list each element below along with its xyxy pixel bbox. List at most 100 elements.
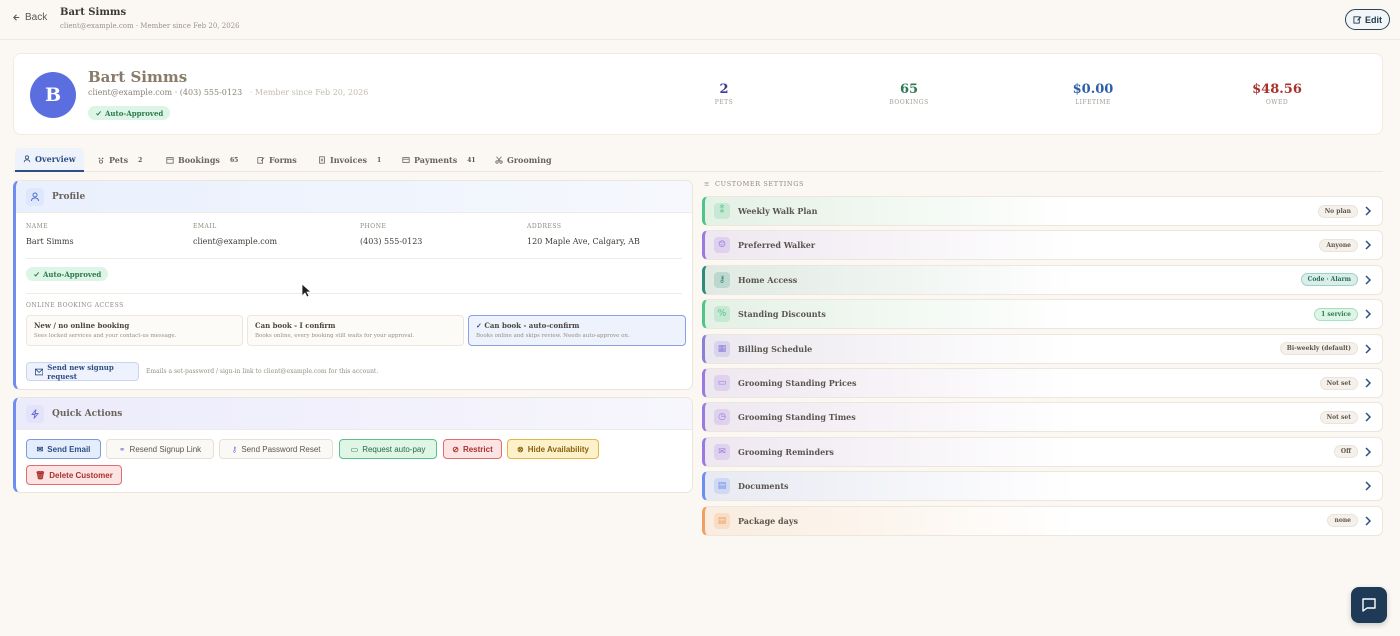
setting-row-billing-schedule[interactable]: ▦ Billing Schedule Bi-weekly (default)	[702, 333, 1383, 364]
setting-value-badge: none	[1327, 514, 1358, 528]
chevron-right-icon	[1365, 309, 1372, 319]
chevron-right-icon	[1365, 481, 1372, 491]
key-icon: ⚷	[714, 271, 730, 288]
booking-access-title: ONLINE BOOKING ACCESS	[26, 302, 124, 309]
setting-row-grooming-standing-times[interactable]: ◷ Grooming Standing Times Not set	[702, 402, 1383, 433]
stat-bookings: 65 BOOKINGS	[849, 82, 969, 106]
access-option-confirm[interactable]: Can book - I confirm Books online, every…	[247, 315, 464, 346]
option-title-row: ✓ Can book - auto-confirm	[476, 321, 678, 330]
request-autopay-button[interactable]: ▭ Request auto-pay	[339, 439, 437, 459]
chevron-right-icon	[1365, 412, 1372, 422]
tab-bookings[interactable]: Bookings 65	[158, 148, 246, 172]
resend-signup-link-button[interactable]: ⚭ Resend Signup Link	[106, 439, 214, 459]
stat-value: 65	[899, 82, 919, 97]
calendar-icon: ▦	[714, 340, 730, 357]
send-email-button[interactable]: ✉ Send Email	[26, 439, 101, 459]
button-label: Delete Customer	[49, 470, 113, 480]
setting-row-documents[interactable]: ▤ Documents	[702, 471, 1383, 502]
avatar: B	[30, 72, 76, 118]
footprints-icon: ⁑	[714, 203, 730, 219]
signup-button-label: Send new signup request	[47, 362, 114, 381]
send-signup-button[interactable]: Send new signup request	[26, 362, 139, 381]
chevron-right-icon	[1365, 447, 1372, 457]
tab-label: Grooming	[507, 155, 552, 165]
setting-row-standing-discounts[interactable]: % Standing Discounts 1 service	[702, 299, 1383, 330]
stat-label: BOOKINGS	[889, 99, 929, 106]
button-label: Request auto-pay	[362, 444, 426, 454]
setting-row-home-access[interactable]: ⚷ Home Access Code · Alarm	[702, 264, 1383, 295]
mail-icon: ✉	[714, 443, 730, 460]
tab-pets[interactable]: Pets 2	[89, 148, 150, 172]
chevron-right-icon	[1365, 240, 1372, 250]
setting-row-grooming-reminders[interactable]: ✉ Grooming Reminders Off	[702, 436, 1383, 467]
setting-row-preferred-walker[interactable]: ☺ Preferred Walker Anyone	[702, 230, 1383, 261]
profile-header: Profile	[16, 181, 692, 213]
check-icon	[34, 271, 40, 277]
document-icon: ▤	[714, 478, 730, 495]
document-icon	[319, 156, 325, 164]
customer-summary-card: B Bart Simms client@example.com · (403) …	[13, 53, 1383, 135]
delete-customer-button[interactable]: 🗑 Delete Customer	[26, 465, 122, 485]
chevron-right-icon	[1365, 516, 1372, 526]
setting-row-grooming-standing-prices[interactable]: ▭ Grooming Standing Prices Not set	[702, 368, 1383, 398]
button-label: Restrict	[462, 444, 493, 454]
chevron-right-icon	[1365, 206, 1372, 216]
hide-availability-button[interactable]: ⊗ Hide Availability	[507, 439, 599, 459]
tab-count: 41	[467, 156, 476, 164]
field-label-address: ADDRESS	[527, 223, 562, 230]
contact-separator: ·	[174, 88, 178, 97]
check-icon	[96, 110, 102, 116]
tab-label: Payments	[414, 155, 458, 165]
card-icon: ▭	[350, 444, 359, 454]
tab-forms[interactable]: Forms	[249, 148, 305, 172]
back-button[interactable]: Back	[12, 12, 47, 23]
access-option-auto-confirm[interactable]: ✓ Can book - auto-confirm Books online a…	[468, 315, 686, 346]
tab-payments[interactable]: Payments 41	[394, 148, 484, 172]
stat-label: OWED	[1265, 99, 1289, 106]
chat-button[interactable]	[1351, 587, 1387, 623]
setting-value-badge: No plan	[1317, 204, 1358, 218]
mouse-cursor-icon	[301, 283, 312, 298]
stat-lifetime: $0.00 LIFETIME	[1033, 82, 1153, 106]
tab-count: 65	[229, 156, 239, 164]
access-option-none[interactable]: New / no online booking Sees locked serv…	[26, 315, 243, 346]
option-title: Can book - I confirm	[255, 321, 336, 330]
member-since: · Member since Feb 20, 2026	[249, 88, 369, 97]
send-password-reset-button[interactable]: ⚷ Send Password Reset	[219, 439, 333, 459]
edit-icon	[1353, 16, 1362, 24]
back-label: Back	[25, 12, 48, 23]
tab-label: Pets	[109, 155, 129, 165]
setting-value-badge: 1 service	[1314, 307, 1358, 321]
stat-pets: 2 PETS	[664, 82, 784, 106]
edit-icon	[257, 157, 265, 164]
tab-label: Bookings	[178, 155, 220, 165]
tab-bar: Overview Pets 2 Bookings 65 Forms Invoic…	[13, 146, 1383, 172]
setting-label: Standing Discounts	[738, 309, 826, 320]
person-icon: ☺	[714, 237, 730, 254]
profile-title: Profile	[52, 191, 86, 202]
arrow-left-icon	[13, 14, 20, 21]
setting-value-badge: Not set	[1319, 410, 1358, 424]
status-badge: Auto-Approved	[26, 267, 109, 281]
link-icon: ⚭	[118, 444, 126, 454]
tab-grooming[interactable]: Grooming	[487, 148, 560, 172]
tab-invoices[interactable]: Invoices 1	[310, 148, 389, 172]
calendar-icon	[166, 157, 174, 164]
setting-row-weekly-walk-plan[interactable]: ⁑ Weekly Walk Plan No plan	[702, 196, 1383, 226]
tab-overview[interactable]: Overview	[15, 148, 84, 172]
setting-row-package-days[interactable]: ▤ Package days none	[702, 505, 1383, 536]
chevron-right-icon	[1365, 275, 1372, 285]
setting-value-badge: Anyone	[1319, 238, 1358, 252]
restrict-button[interactable]: ⊘ Restrict	[443, 439, 502, 459]
signup-note: Emails a set-password / sign-in link to …	[146, 368, 379, 375]
stat-value: $0.00	[1072, 82, 1114, 97]
card-icon	[402, 157, 410, 163]
edit-label: Edit	[1365, 14, 1382, 25]
edit-button[interactable]: Edit	[1345, 9, 1390, 30]
divider	[26, 293, 682, 294]
option-title: New / no online booking	[34, 321, 130, 330]
stat-value: $48.56	[1252, 82, 1302, 97]
tab-count: 2	[138, 156, 143, 164]
percent-icon: %	[714, 306, 730, 323]
field-value-phone: (403) 555-0123	[360, 237, 423, 246]
